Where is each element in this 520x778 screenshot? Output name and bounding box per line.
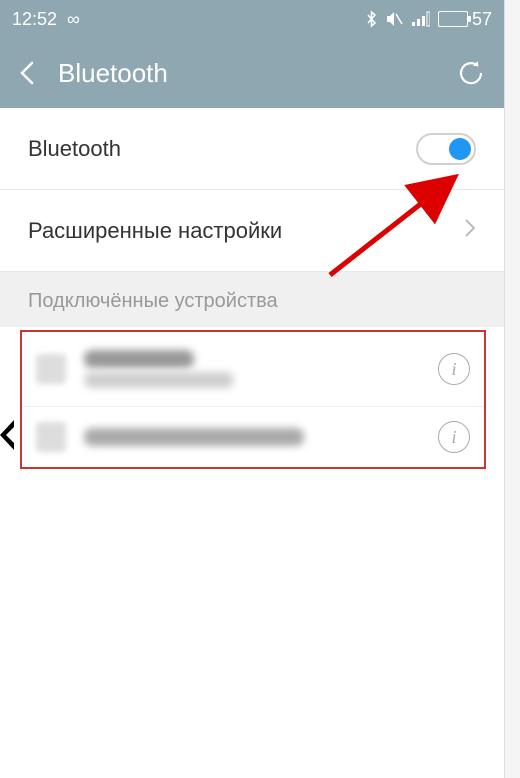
back-button[interactable] [18, 59, 36, 87]
device-name-blurred [84, 428, 304, 446]
status-time: 12:52 [12, 9, 57, 30]
battery-icon: 57 [438, 9, 492, 30]
bluetooth-icon [365, 10, 378, 28]
device-list-highlight: i i [20, 330, 486, 469]
device-name-blurred [84, 350, 194, 368]
info-icon[interactable]: i [438, 353, 470, 385]
device-row[interactable]: i [22, 407, 484, 467]
signal-icon [412, 11, 430, 27]
bluetooth-toggle-row: Bluetooth [0, 108, 504, 190]
side-chevron-icon [0, 415, 20, 455]
device-status-blurred [84, 372, 234, 388]
mute-icon [386, 11, 404, 27]
battery-percent: 57 [472, 9, 492, 30]
device-row[interactable]: i [22, 332, 484, 407]
chevron-right-icon [464, 218, 476, 244]
connected-devices-header: Подключённые устройства [0, 272, 504, 327]
refresh-button[interactable] [456, 58, 486, 88]
advanced-settings-row[interactable]: Расширенные настройки [0, 190, 504, 272]
device-type-icon [36, 422, 66, 452]
status-infinity-icon: ∞ [67, 9, 80, 30]
device-type-icon [36, 354, 66, 384]
status-bar: 12:52 ∞ [0, 0, 504, 38]
advanced-settings-label: Расширенные настройки [28, 218, 282, 244]
page-title: Bluetooth [58, 58, 168, 89]
info-icon[interactable]: i [438, 421, 470, 453]
bluetooth-label: Bluetooth [28, 136, 121, 162]
app-header: Bluetooth [0, 38, 504, 108]
bluetooth-toggle[interactable] [416, 133, 476, 165]
